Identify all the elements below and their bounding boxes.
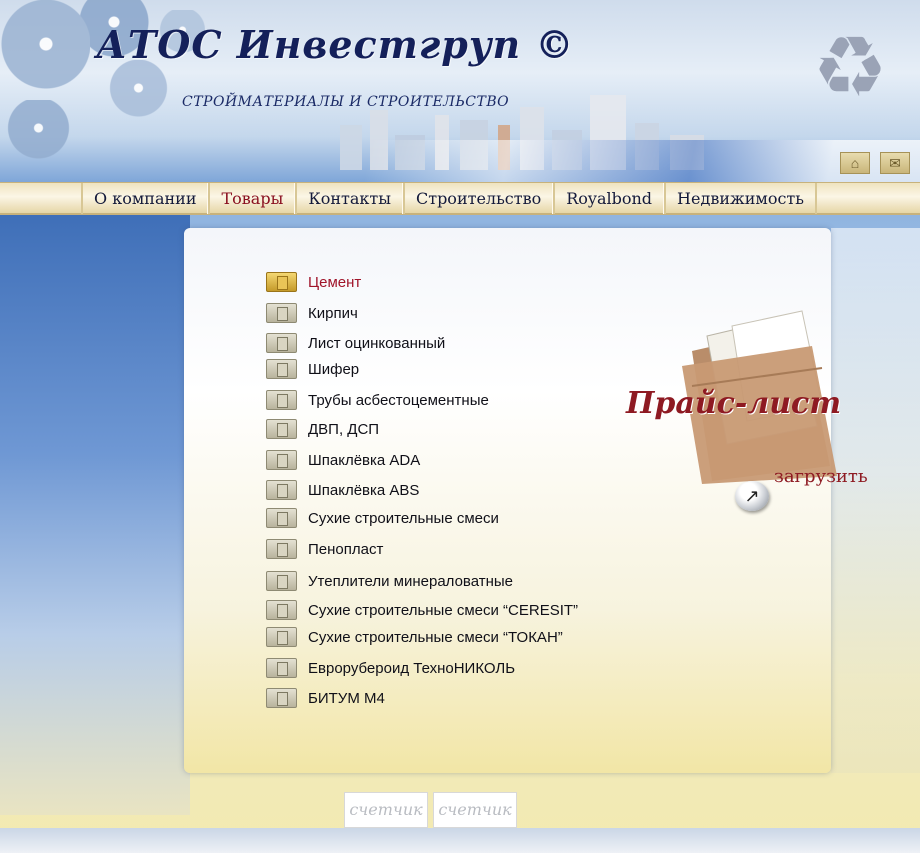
product-item[interactable]: Цемент (266, 271, 361, 293)
visitor-counter[interactable]: счетчик (433, 792, 517, 828)
product-item[interactable]: Кирпич (266, 302, 358, 324)
nav-item-contacts[interactable]: Контакты (295, 183, 403, 214)
product-item[interactable]: БИТУМ М4 (266, 687, 385, 709)
product-label: Трубы асбестоцементные (308, 391, 489, 409)
product-item[interactable]: Шпаклёвка ADA (266, 449, 420, 471)
product-label: Пенопласт (308, 540, 384, 558)
arrow-up-right-icon[interactable]: ↗ (735, 481, 769, 511)
folder-icon (266, 480, 297, 500)
panel-decoration (831, 228, 920, 773)
product-label: Цемент (308, 273, 362, 291)
product-item[interactable]: Сухие строительные смеси “CERESIT” (266, 599, 578, 621)
nav-item-about[interactable]: О компании (81, 183, 209, 214)
folder-icon (266, 658, 297, 678)
product-item[interactable]: Лист оцинкованный (266, 332, 445, 354)
main-nav: О компании Товары Контакты Строительство… (0, 182, 920, 215)
product-label: Шифер (308, 360, 360, 378)
folder-icon (266, 359, 297, 379)
folder-icon (266, 390, 297, 410)
product-label: Сухие строительные смеси “CERESIT” (308, 601, 579, 619)
product-label: Шпаклёвка ABS (308, 481, 420, 499)
folder-icon (266, 627, 297, 647)
nav-item-real-estate[interactable]: Недвижимость (664, 183, 817, 214)
header-swoosh (0, 140, 920, 182)
folder-open-icon (266, 272, 297, 292)
nav-item-royalbond[interactable]: Royalbond (553, 183, 665, 214)
product-label: Кирпич (308, 304, 358, 322)
product-item[interactable]: Пенопласт (266, 538, 383, 560)
nav-item-construction[interactable]: Строительство (402, 183, 554, 214)
product-item[interactable]: Сухие строительные смеси “ТОКАН” (266, 626, 563, 648)
folder-icon (266, 303, 297, 323)
side-decoration (0, 215, 190, 815)
product-label: Лист оцинкованный (308, 334, 446, 352)
product-item[interactable]: Утеплители минераловатные (266, 570, 513, 592)
price-list-title[interactable]: Прайс-лист (626, 386, 841, 421)
download-link[interactable]: загрузить (774, 466, 868, 487)
site-logo[interactable]: АТОС Инвестгруп © (96, 22, 574, 67)
folder-icon (266, 539, 297, 559)
product-label: Утеплители минераловатные (308, 572, 514, 590)
folder-icon (266, 688, 297, 708)
folder-icon (266, 333, 297, 353)
product-item[interactable]: Трубы асбестоцементные (266, 389, 489, 411)
folder-icon (266, 571, 297, 591)
product-label: Шпаклёвка ADA (308, 451, 421, 469)
folder-icon (266, 419, 297, 439)
product-item[interactable]: Шпаклёвка ABS (266, 479, 419, 501)
folder-icon (266, 600, 297, 620)
product-item[interactable]: Еврорубероид ТехноНИКОЛЬ (266, 657, 515, 679)
product-label: БИТУМ М4 (308, 689, 385, 707)
nav-item-products[interactable]: Товары (208, 183, 296, 214)
product-label: Сухие строительные смеси (308, 509, 499, 527)
site-tagline: СТРОЙМАТЕРИАЛЫ И СТРОИТЕЛЬСТВО (182, 94, 510, 110)
product-item[interactable]: Сухие строительные смеси (266, 507, 499, 529)
product-label: Еврорубероид ТехноНИКОЛЬ (308, 659, 516, 677)
folder-icon (266, 450, 297, 470)
folder-icon (266, 508, 297, 528)
home-icon[interactable]: ⌂ (840, 152, 870, 174)
header: АТОС Инвестгруп © СТРОЙМАТЕРИАЛЫ И СТРОИ… (0, 0, 920, 182)
product-item[interactable]: Шифер (266, 358, 359, 380)
footer (0, 828, 920, 853)
visitor-counter[interactable]: счетчик (344, 792, 428, 828)
product-label: Сухие строительные смеси “ТОКАН” (308, 628, 563, 646)
product-label: ДВП, ДСП (308, 420, 380, 438)
recycle-icon: ♻ (812, 20, 888, 114)
mail-icon[interactable]: ✉ (880, 152, 910, 174)
product-item[interactable]: ДВП, ДСП (266, 418, 379, 440)
